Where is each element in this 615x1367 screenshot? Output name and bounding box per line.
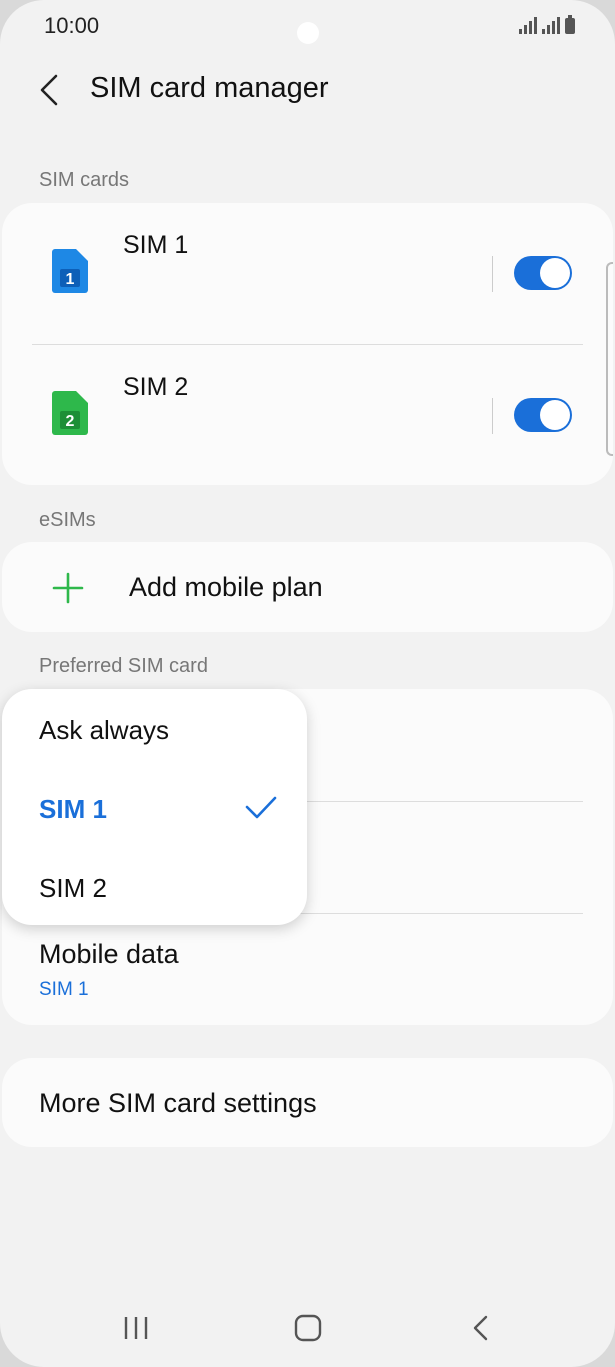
popup-option-sim-2[interactable]: SIM 2 <box>39 873 107 904</box>
sim-1-toggle[interactable] <box>514 256 572 290</box>
home-icon <box>294 1314 322 1342</box>
status-bar: 10:00 <box>0 0 615 52</box>
status-time: 10:00 <box>44 13 100 38</box>
sim-badge-1: 1 <box>66 271 75 288</box>
toggle-knob <box>540 400 570 430</box>
navigation-bar <box>0 1295 615 1365</box>
add-mobile-plan-label: Add mobile plan <box>129 572 323 602</box>
scrollbar[interactable] <box>606 262 613 456</box>
signal-icon <box>519 16 537 34</box>
sim-row-1[interactable]: 1 SIM 1 <box>2 203 613 343</box>
section-label-preferred: Preferred SIM card <box>39 655 208 677</box>
sim-2-toggle[interactable] <box>514 398 572 432</box>
divider <box>492 256 493 292</box>
popup-option-sim-1[interactable]: SIM 1 <box>39 794 107 825</box>
sim-row-2[interactable]: 2 SIM 2 <box>2 345 613 485</box>
sim-name-2: SIM 2 <box>123 373 189 401</box>
more-sim-settings-label: More SIM card settings <box>39 1088 317 1118</box>
battery-icon <box>565 15 575 34</box>
phone-screen: 10:00 SIM card manager SIM cards 1 SIM 1… <box>0 0 615 1367</box>
chevron-left-icon <box>40 74 58 106</box>
sim-name-1: SIM 1 <box>123 231 189 259</box>
sim-card-icon: 1 <box>52 249 88 293</box>
recent-apps-button[interactable] <box>118 1313 154 1343</box>
recent-apps-icon <box>124 1317 148 1339</box>
more-sim-settings-row[interactable]: More SIM card settings <box>2 1058 613 1147</box>
back-icon <box>473 1315 488 1341</box>
plus-icon <box>52 572 84 604</box>
divider <box>492 398 493 434</box>
status-icons <box>519 14 575 34</box>
sim-badge-2: 2 <box>66 413 75 430</box>
mobile-data-label: Mobile data <box>39 939 179 969</box>
toggle-knob <box>540 258 570 288</box>
page-title: SIM card manager <box>90 72 329 104</box>
section-label-sim-cards: SIM cards <box>39 169 130 191</box>
app-bar: SIM card manager <box>0 60 615 120</box>
section-label-esims: eSIMs <box>39 509 96 531</box>
sim-cards-card: 1 SIM 1 2 SIM 2 <box>2 203 613 485</box>
mobile-data-value: SIM 1 <box>39 979 89 1000</box>
sim-card-icon: 2 <box>52 391 88 435</box>
signal-icon <box>542 16 560 34</box>
back-button[interactable] <box>30 70 70 110</box>
add-mobile-plan-row[interactable]: Add mobile plan <box>2 542 613 632</box>
home-button[interactable] <box>290 1313 326 1343</box>
camera-cutout <box>297 22 319 44</box>
popup-option-ask-always[interactable]: Ask always <box>39 715 169 746</box>
check-icon <box>245 796 277 819</box>
nav-back-button[interactable] <box>462 1313 498 1343</box>
sim-choice-popup: Ask always SIM 1 SIM 2 <box>2 689 307 925</box>
